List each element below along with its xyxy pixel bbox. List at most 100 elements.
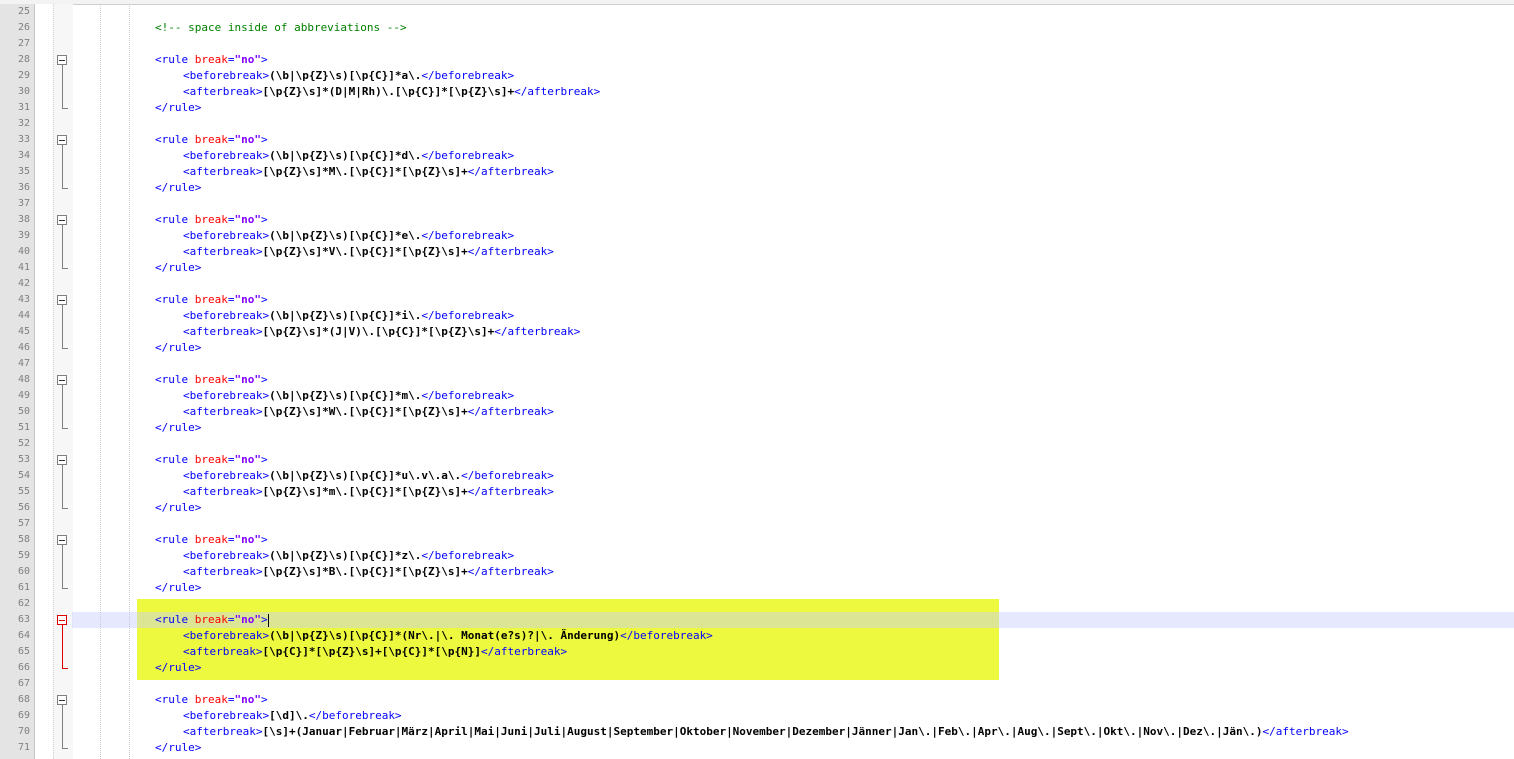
editor-line[interactable]: 29 <beforebreak>(\b|\p{Z}\s)[\p{C}]*a\.</… xyxy=(0,68,1514,84)
fold-collapse-icon[interactable] xyxy=(57,535,67,545)
code-token: <afterbreak> xyxy=(183,565,263,578)
editor-line[interactable]: 43 <rule break="no"> xyxy=(0,292,1514,308)
fold-collapse-icon[interactable] xyxy=(57,615,67,625)
editor-line[interactable]: 35 <afterbreak>[\p{Z}\s]*M\.[\p{C}]*[\p{Z… xyxy=(0,164,1514,180)
fold-range-line xyxy=(62,305,63,348)
code-token: > xyxy=(261,53,268,66)
code-token: </afterbreak> xyxy=(514,85,601,98)
editor-line[interactable]: 31 </rule> xyxy=(0,100,1514,116)
code-token: </afterbreak> xyxy=(481,645,568,658)
editor-line[interactable]: 63 <rule break="no"> xyxy=(0,612,1514,628)
editor-line[interactable]: 66 </rule> xyxy=(0,660,1514,676)
code-text: </rule> xyxy=(155,180,201,196)
editor-line[interactable]: 55 <afterbreak>[\p{Z}\s]*m\.[\p{C}]*[\p{Z… xyxy=(0,484,1514,500)
line-number: 49 xyxy=(17,390,30,401)
line-number: 60 xyxy=(17,566,30,577)
editor-line[interactable]: 51 </rule> xyxy=(0,420,1514,436)
editor-line[interactable]: 61 </rule> xyxy=(0,580,1514,596)
code-text: <rule break="no"> xyxy=(155,372,268,388)
editor-line[interactable]: 37 xyxy=(0,196,1514,212)
editor-line[interactable]: 57 xyxy=(0,516,1514,532)
editor-line[interactable]: 59 <beforebreak>(\b|\p{Z}\s)[\p{C}]*z\.</… xyxy=(0,548,1514,564)
editor-line[interactable]: 70 <afterbreak>[\s]+(Januar|Februar|März|… xyxy=(0,724,1514,740)
editor-line[interactable]: 64 <beforebreak>(\b|\p{Z}\s)[\p{C}]*(Nr\.… xyxy=(0,628,1514,644)
code-text: </rule> xyxy=(155,740,201,756)
editor-line[interactable]: 39 <beforebreak>(\b|\p{Z}\s)[\p{C}]*e\.</… xyxy=(0,228,1514,244)
fold-collapse-icon[interactable] xyxy=(57,375,67,385)
editor-line[interactable]: 67 xyxy=(0,676,1514,692)
fold-collapse-icon[interactable] xyxy=(57,55,67,65)
fold-collapse-icon[interactable] xyxy=(57,455,67,465)
editor-line[interactable]: 27 xyxy=(0,36,1514,52)
fold-collapse-icon[interactable] xyxy=(57,295,67,305)
code-token: </afterbreak> xyxy=(494,325,581,338)
code-text: <afterbreak>[\p{Z}\s]*V\.[\p{C}]*[\p{Z}\… xyxy=(183,244,554,260)
code-token: <rule xyxy=(155,373,195,386)
code-token: (\b|\p{Z}\s)[\p{C}]*m\. xyxy=(269,389,422,402)
code-token: <beforebreak> xyxy=(183,229,270,242)
editor-line[interactable]: 69 <beforebreak>[\d]\.</beforebreak> xyxy=(0,708,1514,724)
code-token: </beforebreak> xyxy=(421,69,515,82)
code-token: break xyxy=(194,613,228,626)
code-token: (\b|\p{Z}\s)[\p{C}]*z\. xyxy=(269,549,422,562)
line-number: 29 xyxy=(17,70,30,81)
code-token: </beforebreak> xyxy=(421,309,515,322)
editor-line[interactable]: 45 <afterbreak>[\p{Z}\s]*(J|V)\.[\p{C}]*[… xyxy=(0,324,1514,340)
editor-line[interactable]: 46 </rule> xyxy=(0,340,1514,356)
editor-line[interactable]: 36 </rule> xyxy=(0,180,1514,196)
line-number: 25 xyxy=(17,6,30,17)
code-text: <rule break="no"> xyxy=(155,692,268,708)
editor-line[interactable]: 26 <!-- space inside of abbreviations --> xyxy=(0,20,1514,36)
editor-line[interactable]: 30 <afterbreak>[\p{Z}\s]*(D|M|Rh)\.[\p{C}… xyxy=(0,84,1514,100)
code-text: <rule break="no"> xyxy=(155,452,268,468)
editor-line[interactable]: 47 xyxy=(0,356,1514,372)
code-token: [\p{Z}\s]*m\.[\p{C}]*[\p{Z}\s]+ xyxy=(262,485,468,498)
editor-line[interactable]: 38 <rule break="no"> xyxy=(0,212,1514,228)
fold-collapse-icon[interactable] xyxy=(57,695,67,705)
line-number: 50 xyxy=(17,406,30,417)
code-token: "no" xyxy=(234,293,262,306)
editor-line[interactable]: 34 <beforebreak>(\b|\p{Z}\s)[\p{C}]*d\.</… xyxy=(0,148,1514,164)
line-number: 66 xyxy=(17,662,30,673)
code-text: <afterbreak>[\p{C}]*[\p{Z}\s]+[\p{C}]*[\… xyxy=(183,644,567,660)
editor-line[interactable]: 56 </rule> xyxy=(0,500,1514,516)
editor-line[interactable]: 42 xyxy=(0,276,1514,292)
code-token: (\b|\p{Z}\s)[\p{C}]*a\. xyxy=(269,69,422,82)
code-token: <afterbreak> xyxy=(183,405,263,418)
fold-collapse-icon[interactable] xyxy=(57,135,67,145)
editor-line[interactable]: 28 <rule break="no"> xyxy=(0,52,1514,68)
code-token: [\p{Z}\s]*(D|M|Rh)\.[\p{C}]*[\p{Z}\s]+ xyxy=(262,85,515,98)
editor-line[interactable]: 40 <afterbreak>[\p{Z}\s]*V\.[\p{C}]*[\p{Z… xyxy=(0,244,1514,260)
code-token: > xyxy=(261,133,268,146)
editor-line[interactable]: 52 xyxy=(0,436,1514,452)
editor-line[interactable]: 58 <rule break="no"> xyxy=(0,532,1514,548)
editor-line[interactable]: 65 <afterbreak>[\p{C}]*[\p{Z}\s]+[\p{C}]*… xyxy=(0,644,1514,660)
code-token: </rule> xyxy=(155,501,202,514)
line-number: 34 xyxy=(17,150,30,161)
editor-line[interactable]: 33 <rule break="no"> xyxy=(0,132,1514,148)
code-text: </rule> xyxy=(155,260,201,276)
code-token: </rule> xyxy=(155,341,202,354)
code-token: > xyxy=(261,693,268,706)
editor-line[interactable]: 53 <rule break="no"> xyxy=(0,452,1514,468)
line-number: 35 xyxy=(17,166,30,177)
editor-line[interactable]: 62 xyxy=(0,596,1514,612)
fold-collapse-icon[interactable] xyxy=(57,215,67,225)
editor-line[interactable]: 48 <rule break="no"> xyxy=(0,372,1514,388)
editor-line[interactable]: 41 </rule> xyxy=(0,260,1514,276)
editor-line[interactable]: 54 <beforebreak>(\b|\p{Z}\s)[\p{C}]*u\.v\… xyxy=(0,468,1514,484)
code-token: (\b|\p{Z}\s)[\p{C}]*u\.v\.a\. xyxy=(269,469,462,482)
editor-line[interactable]: 25 xyxy=(0,4,1514,20)
editor-line[interactable]: 60 <afterbreak>[\p{Z}\s]*B\.[\p{C}]*[\p{Z… xyxy=(0,564,1514,580)
editor-line[interactable]: 44 <beforebreak>(\b|\p{Z}\s)[\p{C}]*i\.</… xyxy=(0,308,1514,324)
code-token: <!-- space inside of abbreviations --> xyxy=(155,21,407,34)
editor-line[interactable]: 68 <rule break="no"> xyxy=(0,692,1514,708)
editor-line[interactable]: 50 <afterbreak>[\p{Z}\s]*W\.[\p{C}]*[\p{Z… xyxy=(0,404,1514,420)
editor-line[interactable]: 49 <beforebreak>(\b|\p{Z}\s)[\p{C}]*m\.</… xyxy=(0,388,1514,404)
editor-line[interactable]: 32 xyxy=(0,116,1514,132)
code-text: </rule> xyxy=(155,340,201,356)
editor-line[interactable]: 71 </rule> xyxy=(0,740,1514,756)
code-text: <beforebreak>(\b|\p{Z}\s)[\p{C}]*a\.</be… xyxy=(183,68,514,84)
code-token: > xyxy=(261,453,268,466)
line-number: 36 xyxy=(17,182,30,193)
